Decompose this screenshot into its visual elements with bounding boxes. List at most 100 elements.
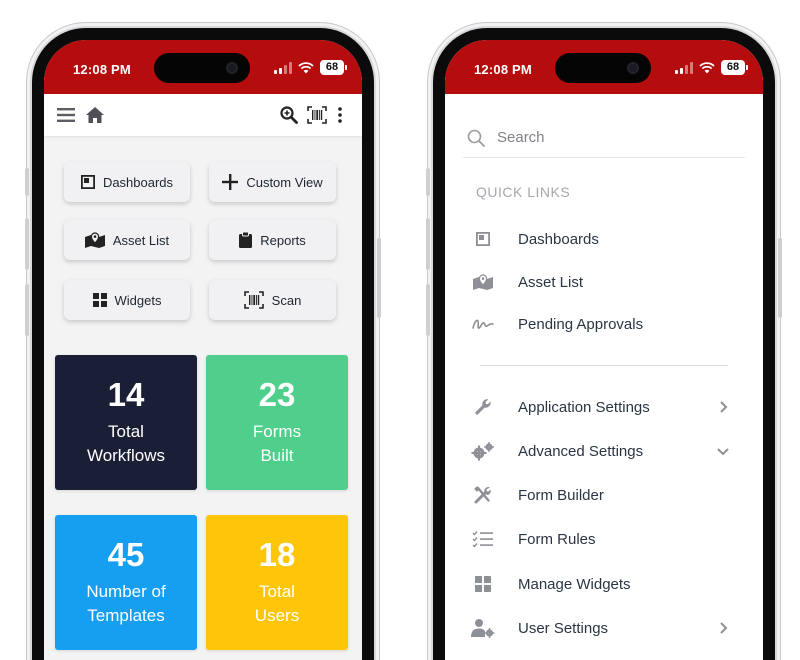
dynamic-island bbox=[154, 53, 250, 83]
stat-label-line1: Forms bbox=[252, 421, 302, 441]
stat-tile-forms[interactable]: 23 Forms Built bbox=[206, 355, 348, 490]
stat-label-line2: Workflows bbox=[86, 445, 166, 465]
menu-item-label: User Settings bbox=[518, 619, 609, 637]
menu-form-builder[interactable]: Form Builder bbox=[471, 480, 731, 510]
stat-value: 18 bbox=[258, 536, 296, 574]
battery-icon: 68 bbox=[721, 60, 748, 75]
menu-item-label: Manage Widgets bbox=[518, 575, 631, 593]
search-zoom-icon[interactable] bbox=[278, 104, 300, 126]
reports-button[interactable]: Reports bbox=[209, 220, 336, 260]
stat-tile-templates[interactable]: 45 Number of Templates bbox=[55, 515, 197, 650]
status-icons: 68 bbox=[274, 60, 347, 75]
chevron-right-icon[interactable] bbox=[715, 620, 731, 636]
grid-icon bbox=[471, 572, 495, 596]
checklist-icon bbox=[471, 527, 495, 551]
user-cog-icon bbox=[471, 616, 495, 640]
camera-icon bbox=[226, 62, 238, 74]
left-phone: 12:08 PM 68 Dashboards Custom View Asset… bbox=[25, 28, 381, 660]
scan-button[interactable]: Scan bbox=[209, 280, 336, 320]
widgets-button[interactable]: Widgets bbox=[64, 280, 190, 320]
quick-link-label: Pending Approvals bbox=[518, 315, 644, 333]
custom-view-button-label: Custom View bbox=[246, 174, 323, 190]
signal-icon bbox=[675, 61, 693, 74]
stat-label-line1: Number of bbox=[86, 581, 166, 601]
search-bar[interactable] bbox=[463, 118, 745, 158]
dashboard-icon bbox=[471, 227, 495, 251]
map-marker-icon bbox=[84, 232, 105, 248]
stat-value: 23 bbox=[258, 376, 296, 414]
volume-up-button bbox=[25, 218, 29, 270]
asset-list-button[interactable]: Asset List bbox=[64, 220, 190, 260]
quick-link-asset-list[interactable]: Asset List bbox=[471, 267, 731, 297]
menu-divider bbox=[480, 365, 728, 366]
silent-switch bbox=[25, 168, 29, 196]
stat-label-line2: Built bbox=[260, 445, 294, 465]
wifi-icon bbox=[298, 61, 314, 73]
signature-icon bbox=[471, 312, 495, 336]
status-icons: 68 bbox=[675, 60, 748, 75]
quick-link-dashboards[interactable]: Dashboards bbox=[471, 224, 731, 254]
stat-value: 45 bbox=[107, 536, 145, 574]
menu-manage-widgets[interactable]: Manage Widgets bbox=[471, 569, 731, 599]
volume-up-button bbox=[426, 218, 430, 270]
wifi-icon bbox=[699, 61, 715, 73]
dashboards-button[interactable]: Dashboards bbox=[64, 162, 190, 202]
volume-down-button bbox=[25, 284, 29, 336]
signal-icon bbox=[274, 61, 292, 74]
menu-form-rules[interactable]: Form Rules bbox=[471, 524, 731, 554]
barcode-scan-icon[interactable] bbox=[306, 104, 328, 126]
dashboard-icon bbox=[80, 175, 95, 189]
chevron-down-icon[interactable] bbox=[715, 443, 731, 459]
status-time: 12:08 PM bbox=[73, 62, 131, 77]
camera-icon bbox=[627, 62, 639, 74]
stat-label-line1: Total bbox=[108, 421, 144, 441]
barcode-scan-icon bbox=[243, 291, 264, 309]
gears-icon bbox=[471, 439, 495, 463]
app-toolbar bbox=[44, 94, 362, 136]
status-bar: 12:08 PM 68 bbox=[44, 40, 362, 94]
plus-icon bbox=[222, 174, 239, 190]
quick-link-label: Asset List bbox=[518, 273, 584, 291]
menu-item-label: Application Settings bbox=[518, 398, 650, 416]
more-vertical-icon[interactable] bbox=[334, 104, 346, 126]
menu-icon[interactable] bbox=[56, 104, 76, 126]
home-icon[interactable] bbox=[84, 104, 106, 126]
quick-link-label: Dashboards bbox=[518, 230, 599, 248]
search-icon bbox=[467, 129, 485, 147]
clipboard-icon bbox=[239, 232, 253, 248]
left-screen: 12:08 PM 68 Dashboards Custom View Asset… bbox=[44, 40, 362, 660]
custom-view-button[interactable]: Custom View bbox=[209, 162, 336, 202]
right-screen: 12:08 PM 68 QUICK LINKS bbox=[445, 40, 763, 660]
map-marker-icon bbox=[471, 270, 495, 294]
battery-icon: 68 bbox=[320, 60, 347, 75]
stat-label-line2: Users bbox=[254, 605, 300, 625]
scan-button-label: Scan bbox=[271, 292, 302, 308]
silent-switch bbox=[426, 168, 430, 196]
menu-item-label: Form Rules bbox=[518, 530, 596, 548]
power-button bbox=[377, 238, 381, 318]
reports-button-label: Reports bbox=[260, 232, 306, 248]
tools-icon bbox=[471, 483, 495, 507]
menu-item-label: Form Builder bbox=[518, 486, 604, 504]
menu-application-settings[interactable]: Application Settings bbox=[471, 392, 731, 422]
status-bar: 12:08 PM 68 bbox=[445, 40, 763, 94]
wrench-icon bbox=[471, 395, 495, 419]
grid-icon bbox=[92, 293, 107, 307]
widgets-button-label: Widgets bbox=[114, 292, 162, 308]
search-input[interactable] bbox=[497, 129, 727, 146]
menu-item-label: Advanced Settings bbox=[518, 442, 644, 460]
stat-label-line2: Templates bbox=[87, 605, 165, 625]
stat-tile-workflows[interactable]: 14 Total Workflows bbox=[55, 355, 197, 490]
quick-links-title: QUICK LINKS bbox=[476, 184, 571, 200]
volume-down-button bbox=[426, 284, 430, 336]
menu-advanced-settings[interactable]: Advanced Settings bbox=[471, 436, 731, 466]
quick-link-pending-approvals[interactable]: Pending Approvals bbox=[471, 309, 731, 339]
dynamic-island bbox=[555, 53, 651, 83]
stat-tile-users[interactable]: 18 Total Users bbox=[206, 515, 348, 650]
right-phone: 12:08 PM 68 QUICK LINKS bbox=[426, 28, 782, 660]
chevron-right-icon[interactable] bbox=[715, 399, 731, 415]
menu-user-settings[interactable]: User Settings bbox=[471, 613, 731, 643]
power-button bbox=[778, 238, 782, 318]
dashboards-button-label: Dashboards bbox=[102, 174, 174, 190]
stat-label-line1: Total bbox=[259, 581, 295, 601]
